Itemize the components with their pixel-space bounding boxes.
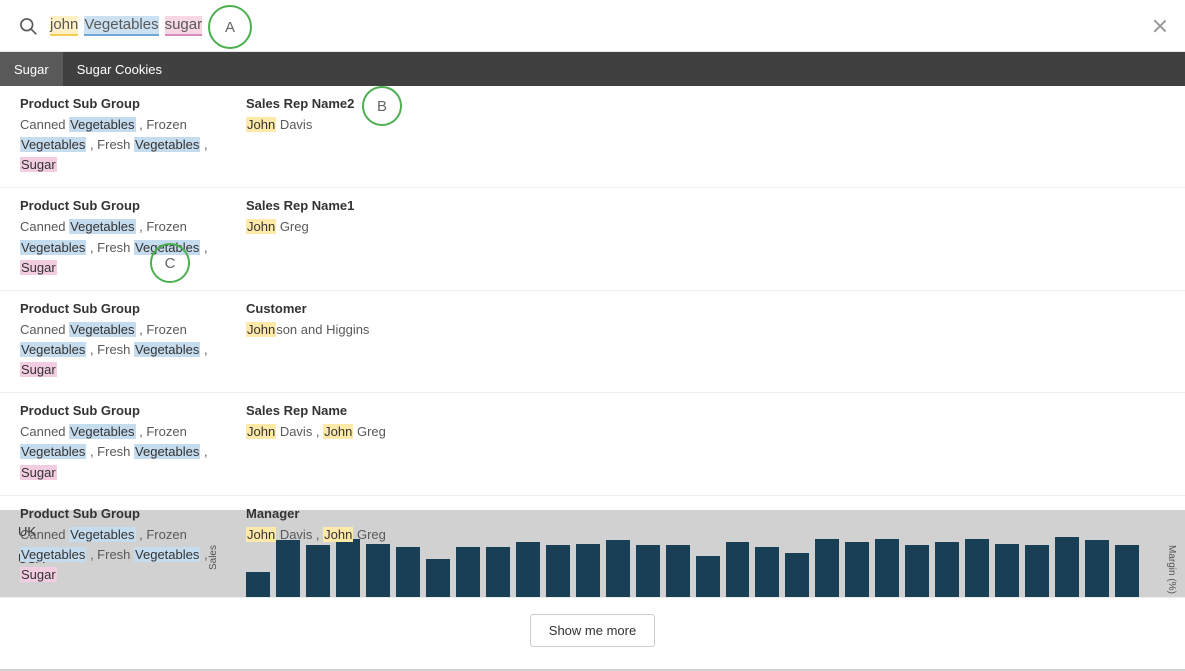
result-field-body: John Greg [246,217,466,237]
search-term-vegetables: Vegetables [84,16,158,36]
result-field-title: Product Sub Group [20,96,210,111]
result-field-title: Product Sub Group [20,403,210,418]
result-field-body: Johnson and Higgins [246,320,466,340]
result-field-body: John Davis , John Greg [246,422,466,442]
result-field-body: Canned Vegetables , Frozen Vegetables , … [20,422,210,482]
result-field-body: Canned Vegetables , Frozen Vegetables , … [20,320,210,380]
result-field-body: John Davis [246,115,466,135]
search-results: Product Sub Group Canned Vegetables , Fro… [0,86,1185,598]
result-field-title: Product Sub Group [20,506,210,521]
suggestion-item[interactable]: Sugar [0,52,63,86]
result-field-body: Canned Vegetables , Frozen Vegetables , … [20,525,210,585]
result-field-title: Sales Rep Name [246,403,466,418]
search-term-john: john [50,16,78,36]
search-term-sugar: sugar [165,16,203,36]
result-field-title: Sales Rep Name1 [246,198,466,213]
search-icon [18,16,38,36]
result-field-title: Product Sub Group [20,301,210,316]
result-field-body: Canned Vegetables , Frozen Vegetables , … [20,217,210,277]
result-row[interactable]: Product Sub Group Canned Vegetables , Fro… [0,393,1185,495]
suggestion-item[interactable]: Sugar Cookies [63,52,176,86]
close-icon[interactable] [1153,19,1167,33]
result-row[interactable]: Product Sub Group Canned Vegetables , Fro… [0,188,1185,290]
show-more-button[interactable]: Show me more [530,614,655,647]
result-field-title: Customer [246,301,466,316]
result-row[interactable]: Product Sub Group Canned Vegetables , Fro… [0,291,1185,393]
result-row[interactable]: Product Sub Group Canned Vegetables , Fro… [0,86,1185,188]
search-bar: john Vegetables sugar [0,0,1185,52]
result-field-body: Canned Vegetables , Frozen Vegetables , … [20,115,210,175]
search-input[interactable]: john Vegetables sugar [50,16,202,36]
result-field-body: John Davis , John Greg [246,525,466,545]
show-more-wrap: Show me more [0,598,1185,669]
result-row[interactable]: Product Sub Group Canned Vegetables , Fro… [0,496,1185,598]
result-field-title: Sales Rep Name2 [246,96,466,111]
result-field-title: Manager [246,506,466,521]
result-field-title: Product Sub Group [20,198,210,213]
suggestion-bar: SugarSugar Cookies [0,52,1185,86]
